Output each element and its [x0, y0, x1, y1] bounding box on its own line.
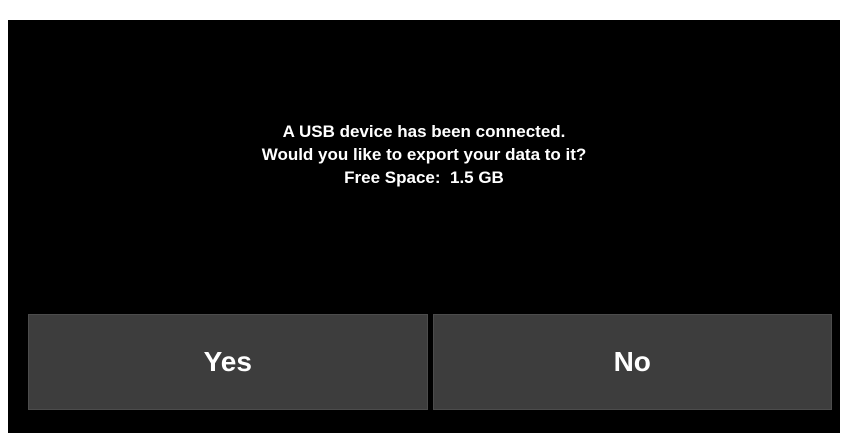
dialog-button-row: Yes No: [28, 314, 832, 410]
message-line-free-space: Free Space: 1.5 GB: [344, 168, 504, 187]
message-line-export-prompt: Would you like to export your data to it…: [261, 145, 587, 164]
yes-button[interactable]: Yes: [28, 314, 428, 410]
message-line-usb-connected: A USB device has been connected.: [282, 122, 566, 141]
usb-export-dialog: A USB device has been connected. Would y…: [8, 20, 840, 433]
no-button[interactable]: No: [432, 314, 832, 410]
dialog-message: A USB device has been connected. Would y…: [8, 120, 840, 189]
screen: A USB device has been connected. Would y…: [0, 0, 844, 433]
